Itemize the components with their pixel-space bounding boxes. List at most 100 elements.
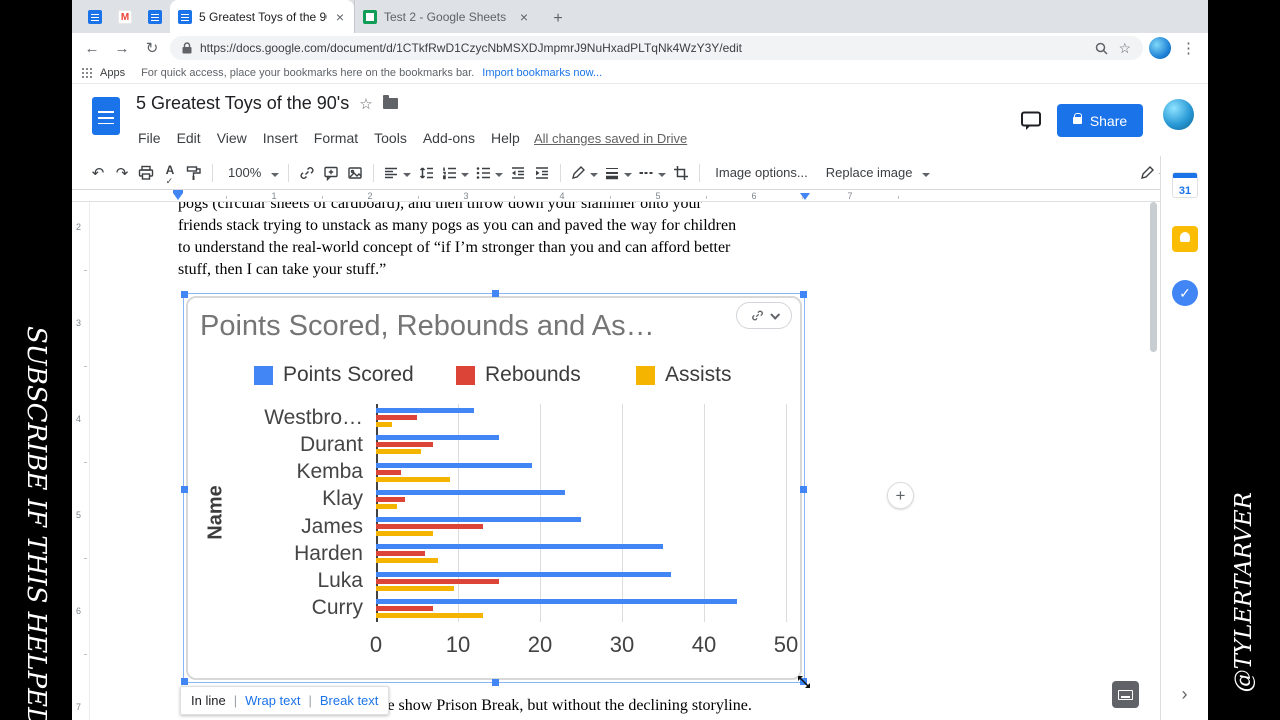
- linked-chart-button[interactable]: [736, 302, 792, 329]
- browser-tab[interactable]: Test 2 - Google Sheets×: [354, 0, 538, 33]
- legend-item: Rebounds: [456, 364, 581, 386]
- import-bookmarks-link[interactable]: Import bookmarks now...: [482, 67, 602, 79]
- menu-format[interactable]: Format: [306, 128, 366, 148]
- break-text-option[interactable]: Break text: [320, 693, 379, 708]
- resize-handle-e[interactable]: [800, 486, 807, 493]
- reload-button[interactable]: ↻: [140, 39, 164, 57]
- apps-label[interactable]: Apps: [100, 67, 125, 79]
- ruler-tick: [84, 366, 87, 367]
- resize-handle-n[interactable]: [492, 290, 499, 297]
- pinned-tab[interactable]: [140, 0, 170, 33]
- category-label: Westbro…: [184, 406, 370, 430]
- inline-option[interactable]: In line: [191, 693, 226, 708]
- resize-handle-sw[interactable]: [181, 678, 188, 685]
- menu-addons[interactable]: Add-ons: [415, 128, 483, 148]
- apps-grid-icon[interactable]: [82, 68, 92, 78]
- new-tab-button[interactable]: +: [544, 5, 572, 33]
- add-comment-icon[interactable]: [319, 160, 343, 186]
- document-title[interactable]: 5 Greatest Toys of the 90's: [136, 93, 349, 114]
- calendar-icon[interactable]: 31: [1172, 172, 1198, 198]
- line-spacing-button[interactable]: [414, 160, 438, 186]
- spellcheck-button[interactable]: A✓: [158, 160, 182, 186]
- zoom-icon[interactable]: [1095, 42, 1108, 55]
- menu-file[interactable]: File: [130, 128, 169, 148]
- border-weight-button[interactable]: [601, 160, 635, 186]
- save-status[interactable]: All changes saved in Drive: [534, 131, 687, 146]
- undo-button[interactable]: ↶: [86, 160, 110, 186]
- star-icon[interactable]: ☆: [359, 95, 372, 113]
- chart-bar: [376, 422, 392, 427]
- resize-handle-s[interactable]: [492, 679, 499, 686]
- zoom-select[interactable]: 100%: [219, 160, 282, 186]
- insert-image-icon[interactable]: [343, 160, 367, 186]
- chart-bar: [376, 449, 421, 454]
- outdent-button[interactable]: [506, 160, 530, 186]
- paint-format-button[interactable]: [182, 160, 206, 186]
- profile-avatar[interactable]: [1149, 37, 1171, 59]
- chart-bar: [376, 551, 425, 556]
- image-wrap-toolbar: In line | Wrap text | Break text: [180, 686, 389, 715]
- border-color-button[interactable]: [567, 160, 601, 186]
- insert-link-icon[interactable]: [295, 160, 319, 186]
- crop-button[interactable]: [669, 160, 693, 186]
- screenshot-root: SUBSCRIBE IF THIS HELPED! @TYLERTARVER 5…: [0, 0, 1280, 720]
- input-tools-button[interactable]: [1112, 681, 1139, 708]
- docs-logo[interactable]: [92, 97, 120, 135]
- chart-bar: [376, 463, 532, 468]
- share-button[interactable]: Share: [1057, 104, 1143, 137]
- browser-tab[interactable]: 5 Greatest Toys of the 90's - G×: [170, 0, 354, 33]
- legend-item: Assists: [636, 364, 732, 386]
- numbered-list-button[interactable]: [438, 160, 472, 186]
- ruler-number: 5: [76, 510, 81, 520]
- replace-image-button[interactable]: Replace image: [817, 160, 934, 186]
- chart-bar: [376, 517, 581, 522]
- back-button[interactable]: ←: [80, 40, 104, 57]
- tasks-icon[interactable]: ✓: [1172, 280, 1198, 306]
- lock-icon: [182, 42, 192, 54]
- chart-bar: [376, 497, 405, 502]
- wrap-text-option[interactable]: Wrap text: [245, 693, 300, 708]
- forward-button[interactable]: →: [110, 40, 134, 57]
- scrollbar-thumb[interactable]: [1150, 202, 1157, 352]
- comments-icon[interactable]: [1020, 110, 1042, 137]
- image-options-button[interactable]: Image options...: [706, 160, 817, 186]
- gridline: [622, 404, 623, 622]
- menu-insert[interactable]: Insert: [255, 128, 306, 148]
- tab-close-icon[interactable]: ×: [518, 10, 530, 24]
- print-button[interactable]: [134, 160, 158, 186]
- address-bar[interactable]: https://docs.google.com/document/d/1CTkf…: [170, 36, 1143, 60]
- chart-bar: [376, 558, 438, 563]
- pinned-tab[interactable]: [80, 0, 110, 33]
- pinned-tab[interactable]: [110, 0, 140, 33]
- menu-view[interactable]: View: [209, 128, 255, 148]
- selected-image[interactable]: Points Scored, Rebounds and As… Name Poi…: [183, 293, 805, 683]
- border-dash-button[interactable]: [635, 160, 669, 186]
- redo-button[interactable]: ↷: [110, 160, 134, 186]
- menu-tools[interactable]: Tools: [366, 128, 415, 148]
- indent-button[interactable]: [530, 160, 554, 186]
- menu-help[interactable]: Help: [483, 128, 528, 148]
- menu-edit[interactable]: Edit: [169, 128, 209, 148]
- document-canvas[interactable]: 234567 pogs (circular sheets of cardboar…: [72, 202, 1208, 720]
- x-tick-label: 50: [756, 632, 816, 658]
- bulleted-list-button[interactable]: [472, 160, 506, 186]
- chart-bar: [376, 531, 433, 536]
- category-label: Kemba: [184, 460, 370, 484]
- resize-handle-ne[interactable]: [800, 291, 807, 298]
- docs-icon: [148, 10, 162, 24]
- hide-side-panel-chevron[interactable]: ›: [1161, 684, 1208, 705]
- browser-menu-icon[interactable]: ⋮: [1177, 39, 1200, 57]
- legend-label: Points Scored: [283, 363, 414, 387]
- align-button[interactable]: [380, 160, 414, 186]
- keep-icon[interactable]: [1172, 226, 1198, 252]
- x-tick-label: 10: [428, 632, 488, 658]
- resize-handle-nw[interactable]: [181, 291, 188, 298]
- bookmark-star-icon[interactable]: ☆: [1118, 40, 1131, 57]
- gridline: [704, 404, 705, 622]
- tab-close-icon[interactable]: ×: [334, 10, 346, 24]
- account-avatar[interactable]: [1163, 99, 1194, 130]
- resize-handle-w[interactable]: [181, 486, 188, 493]
- ruler-tick: [84, 462, 87, 463]
- add-comment-button[interactable]: +: [887, 482, 914, 509]
- move-folder-icon[interactable]: [383, 98, 398, 109]
